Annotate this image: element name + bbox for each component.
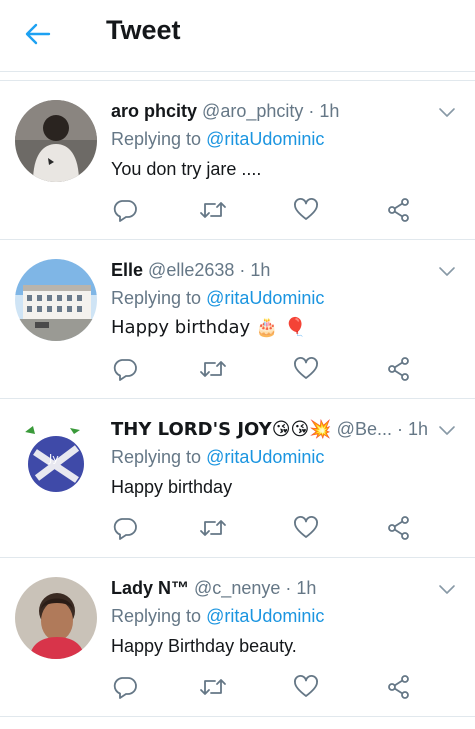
replying-label: Replying to <box>111 288 202 308</box>
more-options-button[interactable] <box>437 420 457 440</box>
timestamp: 1h <box>408 419 429 439</box>
like-icon <box>294 675 318 697</box>
reply-button[interactable] <box>111 196 139 224</box>
replying-label: Replying to <box>111 129 202 149</box>
reply-button[interactable] <box>111 673 139 701</box>
divider <box>0 73 475 81</box>
svg-text:Jy: Jy <box>48 452 59 465</box>
separator: · <box>285 578 292 598</box>
like-icon <box>294 357 318 379</box>
author-handle[interactable]: @c_nenye <box>194 578 280 598</box>
chevron-down-icon <box>439 426 455 435</box>
replying-to: Replying to @ritaUdominic <box>111 128 324 150</box>
page-title: Tweet <box>106 15 181 45</box>
arrow-left-icon <box>25 23 51 45</box>
author-handle[interactable]: @aro_phcity <box>202 101 303 121</box>
reply-tweet[interactable]: Elle @elle2638 · 1h Replying to @ritaUdo… <box>0 241 475 399</box>
reply-tweet[interactable]: Lady N™ @c_nenye · 1h Replying to @ritaU… <box>0 559 475 717</box>
retweet-icon <box>200 679 226 695</box>
top-bar: Tweet <box>0 0 475 72</box>
timestamp: 1h <box>250 260 271 280</box>
reply-button[interactable] <box>111 514 139 542</box>
separator: · <box>396 419 403 439</box>
avatar[interactable] <box>15 259 97 341</box>
reply-icon <box>113 677 137 699</box>
tweet-meta: aro phcity @aro_phcity · 1h <box>111 100 437 122</box>
tweet-actions <box>111 196 421 224</box>
retweet-button[interactable] <box>199 355 227 383</box>
tweet-text: Happy birthday 🎂 🎈 <box>111 317 307 338</box>
mention-link[interactable]: @ritaUdominic <box>206 288 324 308</box>
tweet-text: Happy birthday <box>111 477 233 497</box>
tweet-actions <box>111 673 421 701</box>
author-handle[interactable]: @Be... <box>337 419 392 439</box>
separator: · <box>239 260 246 280</box>
retweet-button[interactable] <box>199 673 227 701</box>
share-button[interactable] <box>385 355 413 383</box>
separator: · <box>308 101 315 121</box>
retweet-icon <box>200 520 226 536</box>
tweet-meta: Elle @elle2638 · 1h <box>111 259 437 281</box>
tweet-meta: Lady N™ @c_nenye · 1h <box>111 577 437 599</box>
timestamp: 1h <box>319 101 340 121</box>
tweet-text: Happy Birthday beauty. <box>111 636 297 656</box>
more-options-button[interactable] <box>437 579 457 599</box>
author-name[interactable]: THY LORD'S JOY😘😘💥 <box>111 419 332 440</box>
share-button[interactable] <box>385 673 413 701</box>
author-name[interactable]: Lady N™ <box>111 578 189 598</box>
share-button[interactable] <box>385 196 413 224</box>
like-button[interactable] <box>292 196 320 224</box>
retweet-button[interactable] <box>199 196 227 224</box>
replying-to: Replying to @ritaUdominic <box>111 446 324 468</box>
retweet-icon <box>200 202 226 218</box>
reply-button[interactable] <box>111 355 139 383</box>
author-name[interactable]: Elle <box>111 260 143 280</box>
chevron-down-icon <box>439 267 455 276</box>
reply-icon <box>113 518 137 540</box>
like-icon <box>294 516 318 538</box>
chevron-down-icon <box>439 585 455 594</box>
author-handle[interactable]: @elle2638 <box>148 260 234 280</box>
reply-icon <box>113 200 137 222</box>
like-button[interactable] <box>292 355 320 383</box>
back-button[interactable] <box>18 14 58 54</box>
more-options-button[interactable] <box>437 102 457 122</box>
share-button[interactable] <box>385 514 413 542</box>
tweet-actions <box>111 514 421 542</box>
tweet-meta: THY LORD'S JOY😘😘💥 @Be... · 1h <box>111 418 437 441</box>
reply-icon <box>113 359 137 381</box>
retweet-icon <box>200 361 226 377</box>
reply-tweet[interactable]: Jy THY LORD'S JOY😘😘💥 @Be... · 1h Replyin… <box>0 400 475 558</box>
more-options-button[interactable] <box>437 261 457 281</box>
tweet-text: You don try jare .... <box>111 159 262 179</box>
like-button[interactable] <box>292 514 320 542</box>
mention-link[interactable]: @ritaUdominic <box>206 129 324 149</box>
avatar[interactable]: Jy <box>15 418 97 500</box>
avatar[interactable] <box>15 577 97 659</box>
avatar[interactable] <box>15 100 97 182</box>
share-icon <box>388 198 409 222</box>
mention-link[interactable]: @ritaUdominic <box>206 606 324 626</box>
share-icon <box>388 516 409 540</box>
replying-to: Replying to @ritaUdominic <box>111 287 324 309</box>
like-icon <box>294 198 318 220</box>
retweet-button[interactable] <box>199 514 227 542</box>
tweet-actions <box>111 355 421 383</box>
replying-label: Replying to <box>111 606 202 626</box>
reply-tweet[interactable]: aro phcity @aro_phcity · 1h Replying to … <box>0 82 475 240</box>
mention-link[interactable]: @ritaUdominic <box>206 447 324 467</box>
share-icon <box>388 357 409 381</box>
timestamp: 1h <box>296 578 317 598</box>
like-button[interactable] <box>292 673 320 701</box>
replying-to: Replying to @ritaUdominic <box>111 605 324 627</box>
replying-label: Replying to <box>111 447 202 467</box>
author-name[interactable]: aro phcity <box>111 101 197 121</box>
chevron-down-icon <box>439 108 455 117</box>
share-icon <box>388 675 409 699</box>
